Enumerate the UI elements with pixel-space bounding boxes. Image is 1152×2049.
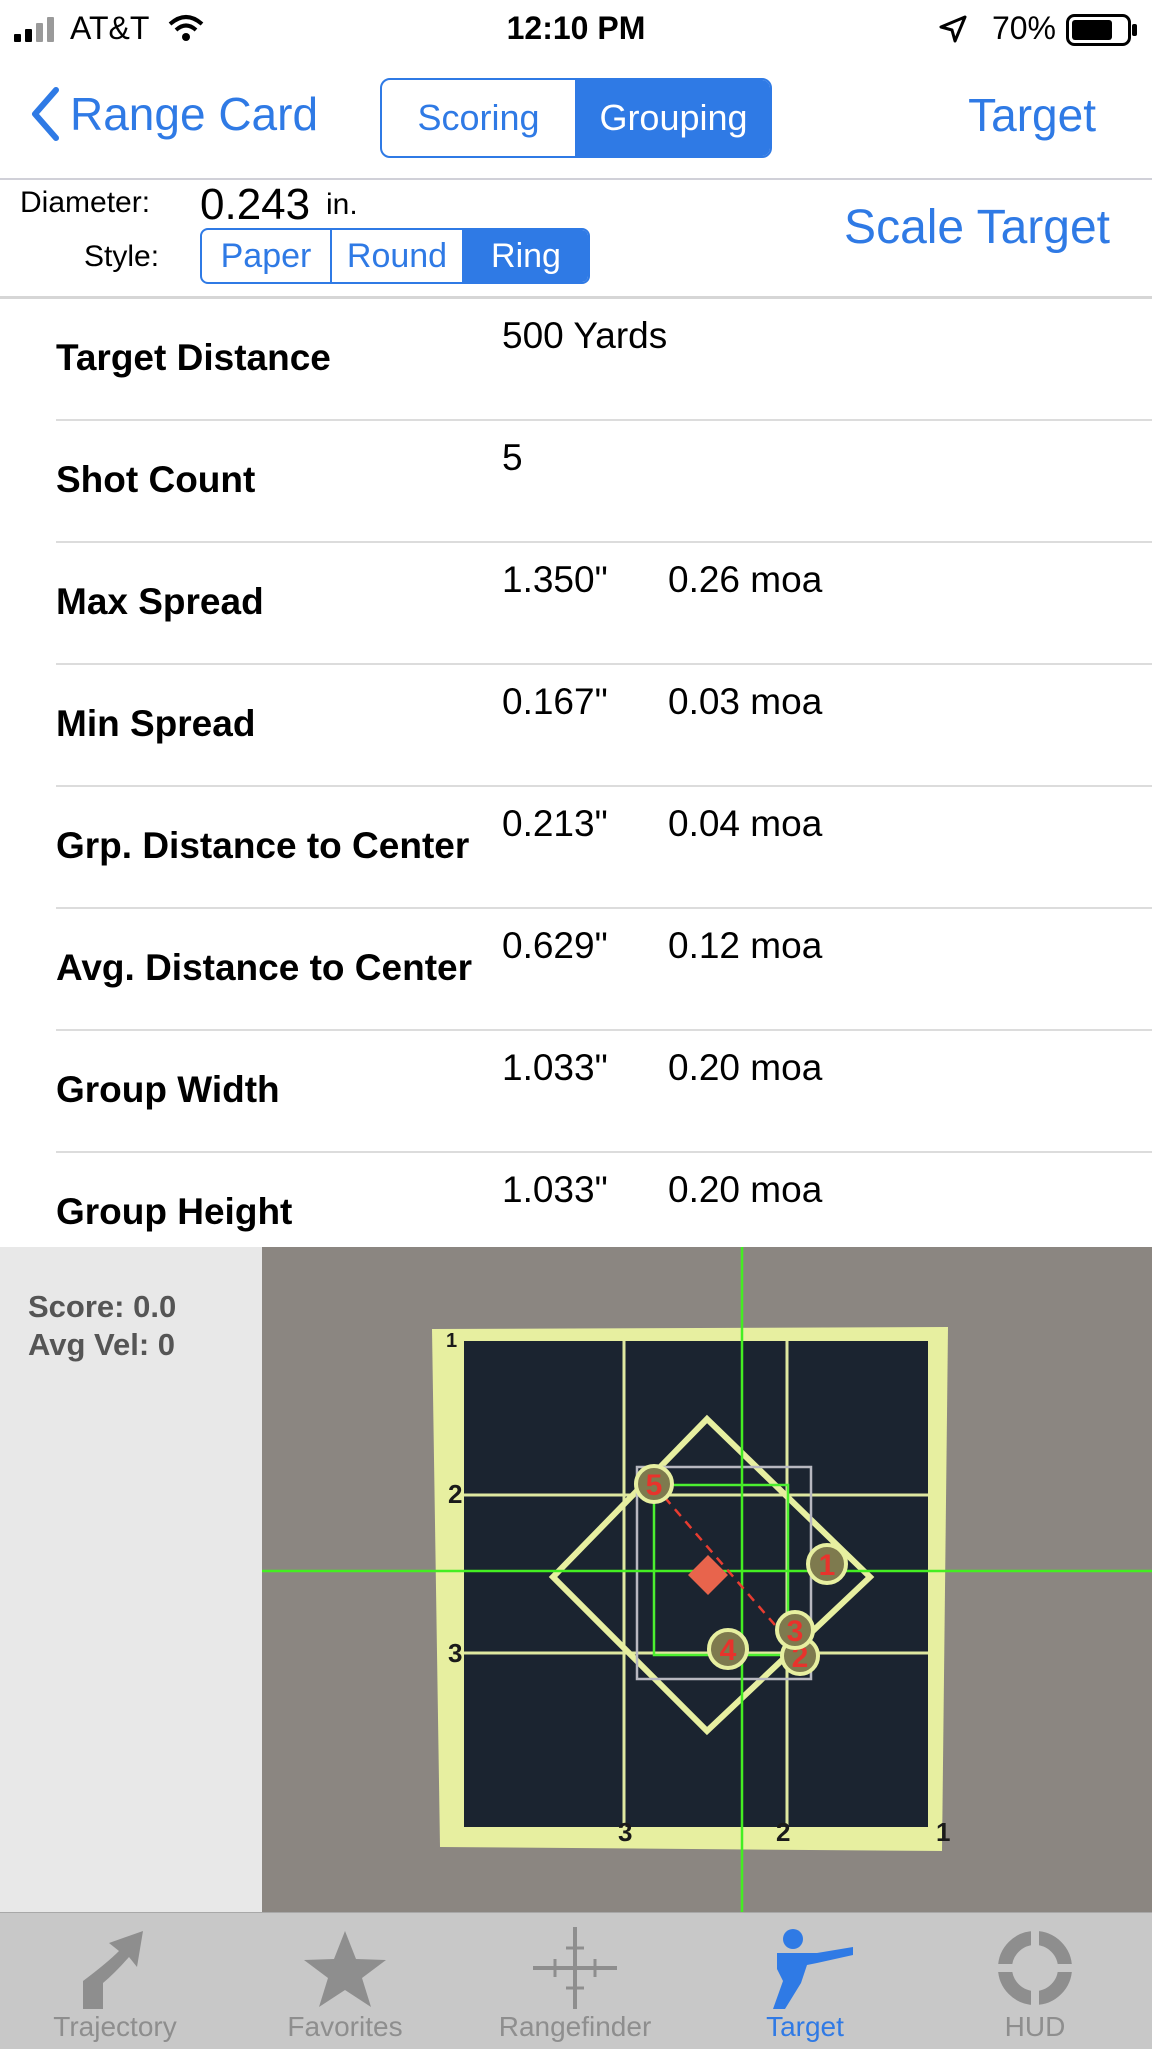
stat-moa: 0.03 moa <box>668 681 823 722</box>
trajectory-icon <box>83 1931 143 2009</box>
grid-label: 1 <box>446 1330 457 1352</box>
tab-bar: Trajectory Favorites Rangefinder Target <box>0 1912 1152 2049</box>
tab-label: Trajectory <box>53 2011 177 2042</box>
stat-row: Grp. Distance to Center 0.213" 0.04 moa <box>0 787 1152 909</box>
stat-moa: 0.04 moa <box>668 803 823 844</box>
score-text: Score: 0.0 <box>28 1289 177 1324</box>
target-photo[interactable]: 1 2 3 3 2 1 1 2 3 4 5 <box>262 1247 1152 1912</box>
location-arrow-icon <box>939 15 967 43</box>
style-paper[interactable]: Paper <box>202 230 330 282</box>
stats-table: Target Distance 500 Yards Shot Count 5 M… <box>0 299 1152 1275</box>
stat-moa: 0.20 moa <box>668 1169 823 1210</box>
grid-label: 3 <box>448 1638 462 1668</box>
shot-label: 3 <box>787 1615 804 1648</box>
stat-row: Avg. Distance to Center 0.629" 0.12 moa <box>0 909 1152 1031</box>
stat-name: Grp. Distance to Center <box>56 825 470 866</box>
tab-rangefinder[interactable]: Rangefinder <box>460 1913 690 2049</box>
stat-moa: 0.26 moa <box>668 559 823 600</box>
shooter-icon <box>773 1929 853 2009</box>
segment-grouping[interactable]: Grouping <box>575 80 770 156</box>
stat-value: 1.033" <box>502 1047 608 1088</box>
stat-name: Min Spread <box>56 703 256 744</box>
clock: 12:10 PM <box>506 10 646 46</box>
star-icon <box>304 1931 386 2007</box>
grid-label: 1 <box>936 1817 950 1847</box>
crosshair-icon <box>533 1927 617 2009</box>
status-bar: AT&T 12:10 PM 70% <box>0 0 1152 58</box>
stat-name: Avg. Distance to Center <box>56 947 472 988</box>
target-view: Score: 0.0 Avg Vel: 0 1 2 3 3 2 1 1 2 3 … <box>0 1247 1152 1912</box>
battery-icon <box>1066 14 1137 46</box>
stat-value: 500 Yards <box>502 315 668 356</box>
grid-label: 2 <box>448 1479 462 1509</box>
tab-label: Rangefinder <box>498 2011 652 2042</box>
shot-marker[interactable]: 3 <box>775 1610 815 1650</box>
tab-label: Target <box>766 2011 844 2042</box>
stat-value: 1.350" <box>502 559 608 600</box>
target-nav-button[interactable]: Target <box>968 88 1096 142</box>
stat-moa: 0.12 moa <box>668 925 823 966</box>
shot-label: 5 <box>646 1469 663 1502</box>
style-label: Style: <box>84 240 160 273</box>
stat-value: 1.033" <box>502 1169 608 1210</box>
style-round[interactable]: Round <box>330 230 462 282</box>
tab-trajectory[interactable]: Trajectory <box>0 1913 230 2049</box>
stat-row: Shot Count 5 <box>0 421 1152 543</box>
segment-scoring[interactable]: Scoring <box>382 80 575 156</box>
avg-velocity-text: Avg Vel: 0 <box>28 1327 176 1362</box>
stat-moa: 0.20 moa <box>668 1047 823 1088</box>
mode-segmented-control: Scoring Grouping <box>380 78 772 158</box>
tab-label: Favorites <box>287 2011 403 2042</box>
back-button[interactable]: Range Card <box>30 86 318 142</box>
stat-value: 5 <box>502 437 523 478</box>
stat-row: Target Distance 500 Yards <box>0 299 1152 421</box>
shot-marker[interactable]: 4 <box>707 1628 749 1670</box>
nav-bar: Range Card Scoring Grouping Target <box>0 58 1152 180</box>
shot-label: 4 <box>720 1634 737 1667</box>
scale-target-button[interactable]: Scale Target <box>844 200 1110 255</box>
stat-name: Target Distance <box>56 337 331 378</box>
grid-label: 3 <box>618 1817 632 1847</box>
diameter-panel: Diameter: 0.243 in. Style: Paper Round R… <box>0 180 1152 299</box>
diameter-value[interactable]: 0.243 <box>200 180 310 230</box>
tab-hud[interactable]: HUD <box>920 1913 1150 2049</box>
diameter-label: Diameter: <box>20 186 151 219</box>
shot-label: 1 <box>819 1549 836 1582</box>
style-segmented-control: Paper Round Ring <box>200 228 590 284</box>
stat-row: Group Width 1.033" 0.20 moa <box>0 1031 1152 1153</box>
battery-percent: 70% <box>991 10 1056 46</box>
shot-marker[interactable]: 5 <box>634 1464 674 1504</box>
grid-label: 2 <box>776 1817 790 1847</box>
style-ring[interactable]: Ring <box>462 230 588 282</box>
chevron-left-icon <box>32 87 59 141</box>
stat-value: 0.167" <box>502 681 608 722</box>
hud-icon <box>996 1929 1074 2007</box>
stat-name: Shot Count <box>56 459 256 500</box>
score-panel: Score: 0.0 Avg Vel: 0 <box>0 1247 262 1912</box>
shot-marker[interactable]: 1 <box>806 1543 848 1585</box>
stat-row: Min Spread 0.167" 0.03 moa <box>0 665 1152 787</box>
stat-value: 0.629" <box>502 925 608 966</box>
tab-label: HUD <box>1004 2011 1066 2042</box>
back-label: Range Card <box>70 88 319 140</box>
stat-name: Group Height <box>56 1191 293 1232</box>
stat-value: 0.213" <box>502 803 608 844</box>
stat-row: Max Spread 1.350" 0.26 moa <box>0 543 1152 665</box>
stat-name: Group Width <box>56 1069 280 1110</box>
diameter-unit: in. <box>326 188 358 221</box>
tab-favorites[interactable]: Favorites <box>230 1913 460 2049</box>
stat-name: Max Spread <box>56 581 264 622</box>
target-drawing: 1 2 3 3 2 1 1 2 3 4 5 <box>262 1247 1152 1912</box>
tab-target[interactable]: Target <box>690 1913 920 2049</box>
